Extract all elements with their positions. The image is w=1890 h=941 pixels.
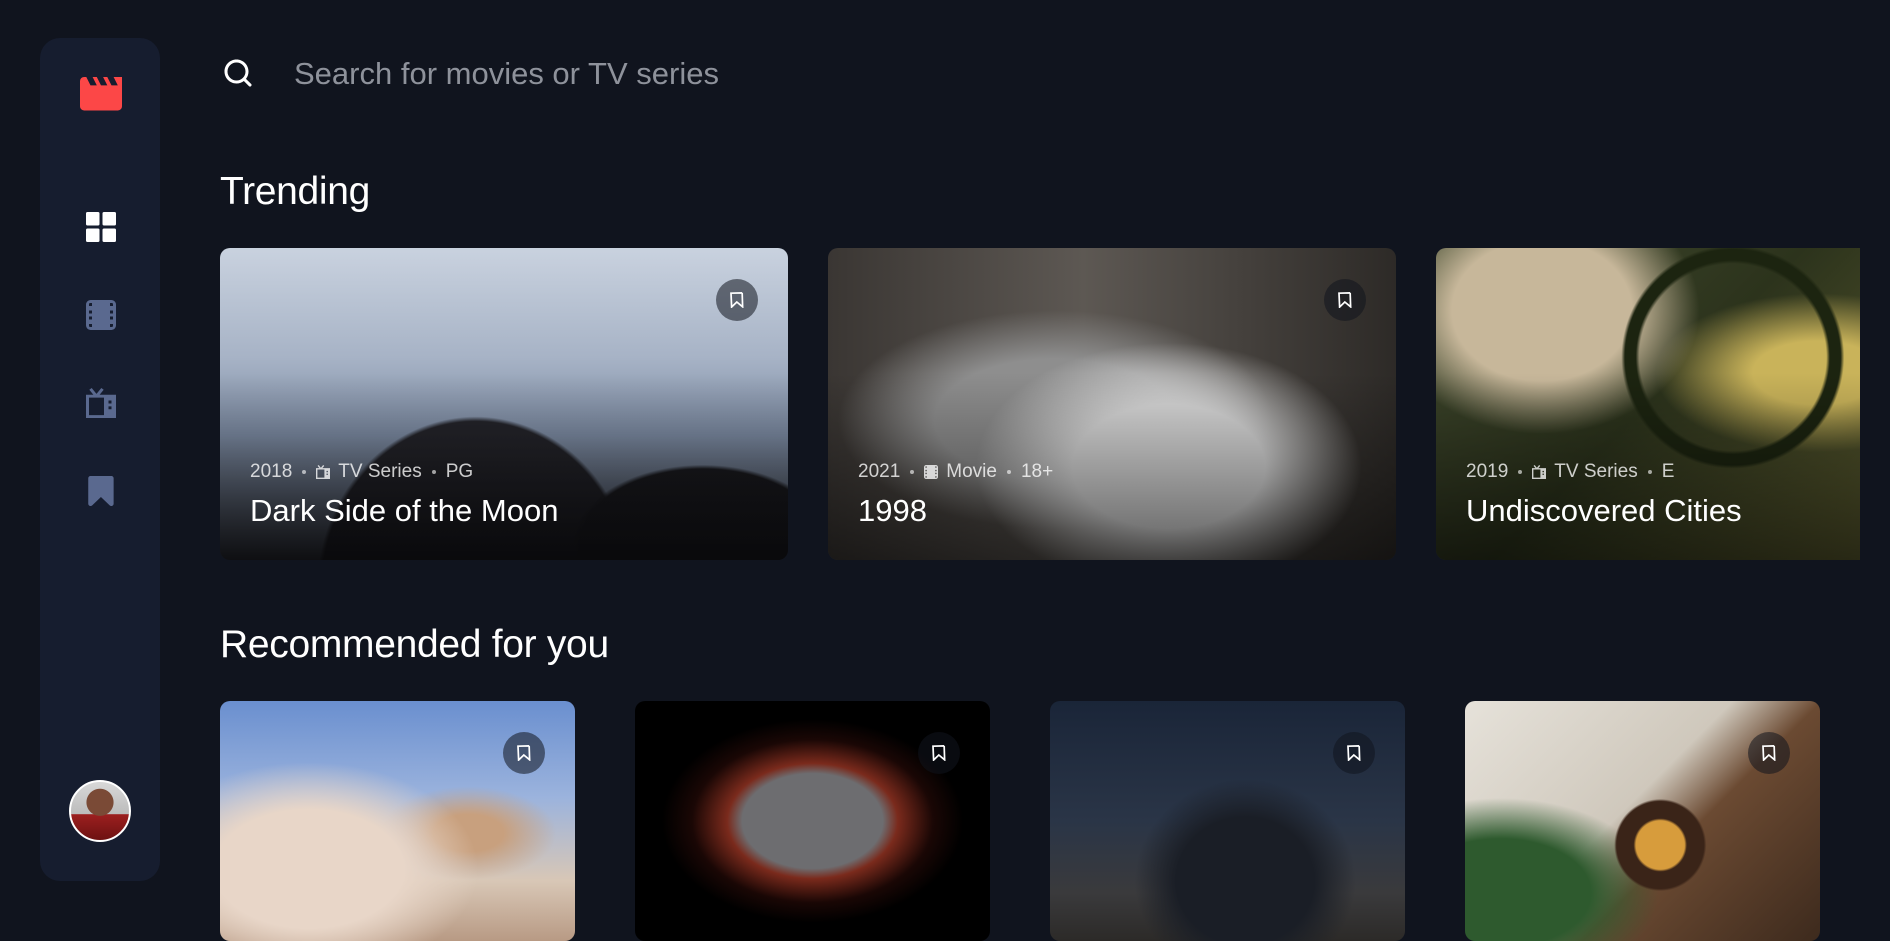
tv-icon[interactable] [86,388,116,418]
card-rating: E [1661,461,1675,482]
trending-title: Trending [220,170,371,213]
trending-card-0[interactable]: 2018 TV Series PG Dark Side of the Moon [220,248,788,560]
card-meta: 2018 TV Series PG [250,461,473,483]
card-category-label: Movie [946,461,997,482]
bookmark-button[interactable] [1324,279,1366,321]
bookmark-icon [517,745,531,761]
sidebar [40,38,160,881]
bookmark-button[interactable] [716,279,758,321]
card-year: 2018 [250,461,293,482]
film-icon [924,465,939,479]
bookmark-icon [730,292,744,308]
bookmark-button[interactable] [1333,732,1375,774]
card-year: 2019 [1466,461,1509,482]
recommended-card-3[interactable] [1465,701,1820,941]
bookmark-button[interactable] [918,732,960,774]
tv-icon [316,465,331,479]
separator-dot [431,470,436,474]
film-icon[interactable] [86,300,116,330]
card-category-label: TV Series [1554,461,1638,482]
card-rating: 18+ [1020,461,1054,482]
card-title: Undiscovered Cities [1466,493,1742,528]
card-title: 1998 [858,493,927,528]
recommended-card-0[interactable] [220,701,575,941]
search-icon [224,59,252,87]
bookmark-icon [1762,745,1776,761]
separator-dot [1518,470,1523,474]
bookmark-icon[interactable] [86,476,116,506]
card-meta: 2019 TV Series E [1466,461,1674,483]
card-title: Dark Side of the Moon [250,493,559,528]
separator-dot [1006,470,1011,474]
recommended-card-2[interactable] [1050,701,1405,941]
recommended-title: Recommended for you [220,623,609,666]
card-rating: PG [445,461,474,482]
card-category-label: TV Series [338,461,422,482]
search-input[interactable] [292,50,1192,98]
bookmark-button[interactable] [1748,732,1790,774]
bookmark-icon [932,745,946,761]
bookmark-icon [1347,745,1361,761]
card-category: TV Series [1532,461,1638,483]
trending-card-1[interactable]: 2021 Movie 18+ 1998 [828,248,1396,560]
separator-dot [1647,470,1652,474]
recommended-card-1[interactable] [635,701,990,941]
tv-icon [1532,465,1547,479]
card-category: Movie [924,461,997,483]
card-category: TV Series [316,461,422,483]
card-year: 2021 [858,461,901,482]
clapperboard-icon[interactable] [80,76,122,112]
bookmark-icon [1338,292,1352,308]
bookmark-button[interactable] [503,732,545,774]
user-avatar[interactable] [69,780,131,842]
separator-dot [910,470,915,474]
separator-dot [302,470,307,474]
card-meta: 2021 Movie 18+ [858,461,1053,483]
home-grid-icon[interactable] [86,212,116,242]
trending-card-2[interactable]: 2019 TV Series E Undiscovered Cities [1436,248,1860,560]
